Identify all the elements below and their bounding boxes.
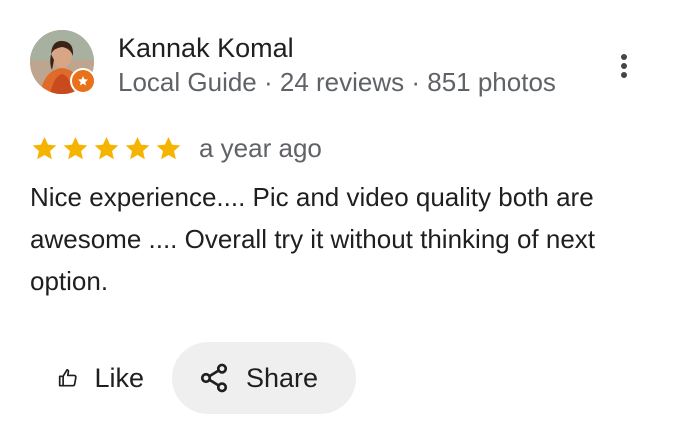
review-text: Nice experience.... Pic and video qualit… [30,182,596,296]
review-actions: Like Share [40,342,356,414]
share-icon [200,363,228,393]
star-icon [32,136,57,159]
star-icon [125,136,150,159]
share-button[interactable]: Share [172,342,356,414]
review-age: a year ago [199,132,322,163]
review-card: Kannak Komal Local Guide · 24 reviews · … [0,0,676,446]
like-label: Like [94,362,144,393]
share-label: Share [246,362,319,393]
star-icon [156,136,181,159]
like-button[interactable]: Like [40,342,162,414]
local-guide-badge-icon [70,68,96,94]
star-icon [63,136,88,159]
rating-row: a year ago [30,128,322,168]
author-name[interactable]: Kannak Komal [118,30,294,66]
more-options-button[interactable] [608,46,640,86]
author-meta: Local Guide · 24 reviews · 851 photos [118,67,556,97]
thumb-up-icon [58,369,77,387]
star-rating [30,134,183,163]
more-vert-icon [621,54,627,78]
star-icon [94,136,119,159]
